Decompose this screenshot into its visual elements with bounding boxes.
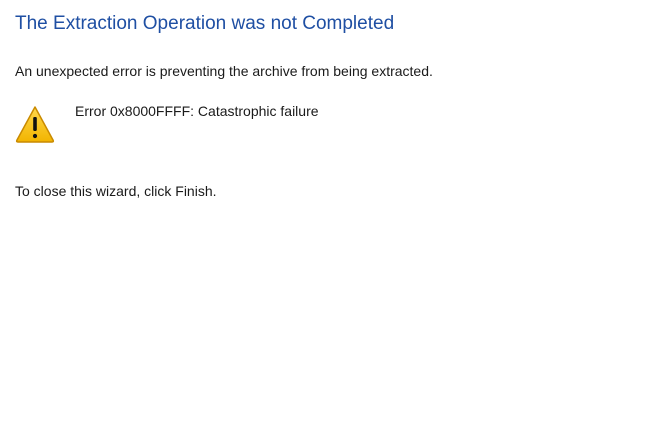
warning-icon: [15, 105, 55, 143]
error-code-text: Error 0x8000FFFF: Catastrophic failure: [75, 103, 319, 119]
extraction-wizard-page: The Extraction Operation was not Complet…: [0, 0, 655, 428]
page-title: The Extraction Operation was not Complet…: [15, 13, 395, 34]
error-message: An unexpected error is preventing the ar…: [15, 63, 433, 79]
close-instructions: To close this wizard, click Finish.: [15, 183, 217, 199]
